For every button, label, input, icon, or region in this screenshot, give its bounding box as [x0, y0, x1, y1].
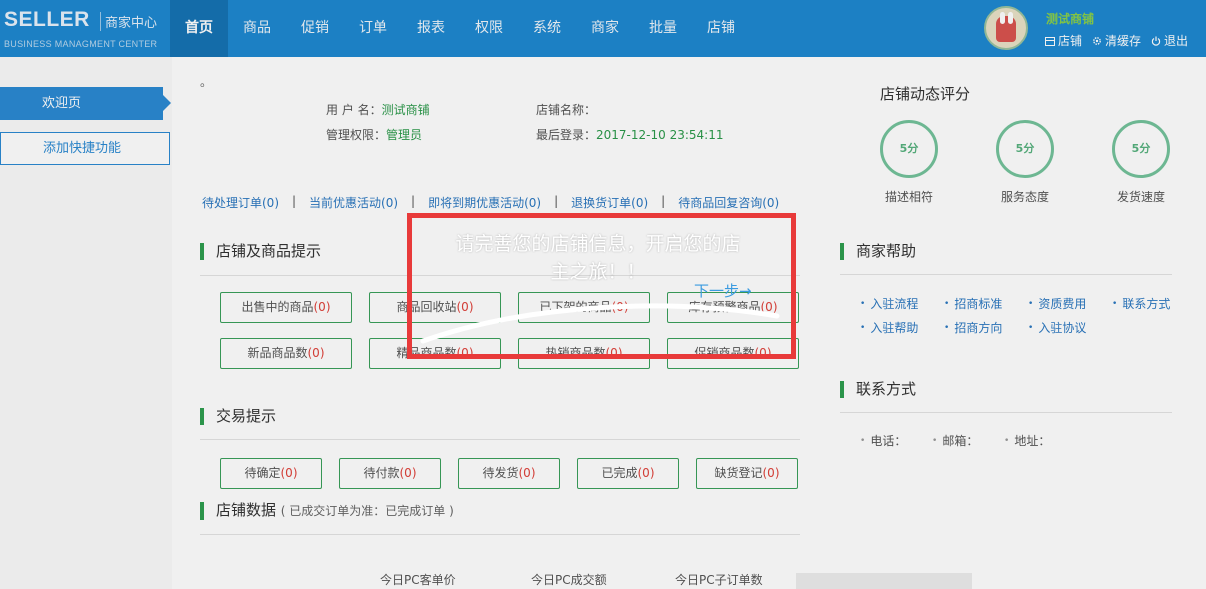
guide-message: 请完善您的店铺信息，开启您的店 主之旅！！: [420, 230, 776, 286]
guide-swoosh-icon: [420, 303, 780, 344]
guide-message-line1: 请完善您的店铺信息，开启您的店: [455, 233, 741, 255]
